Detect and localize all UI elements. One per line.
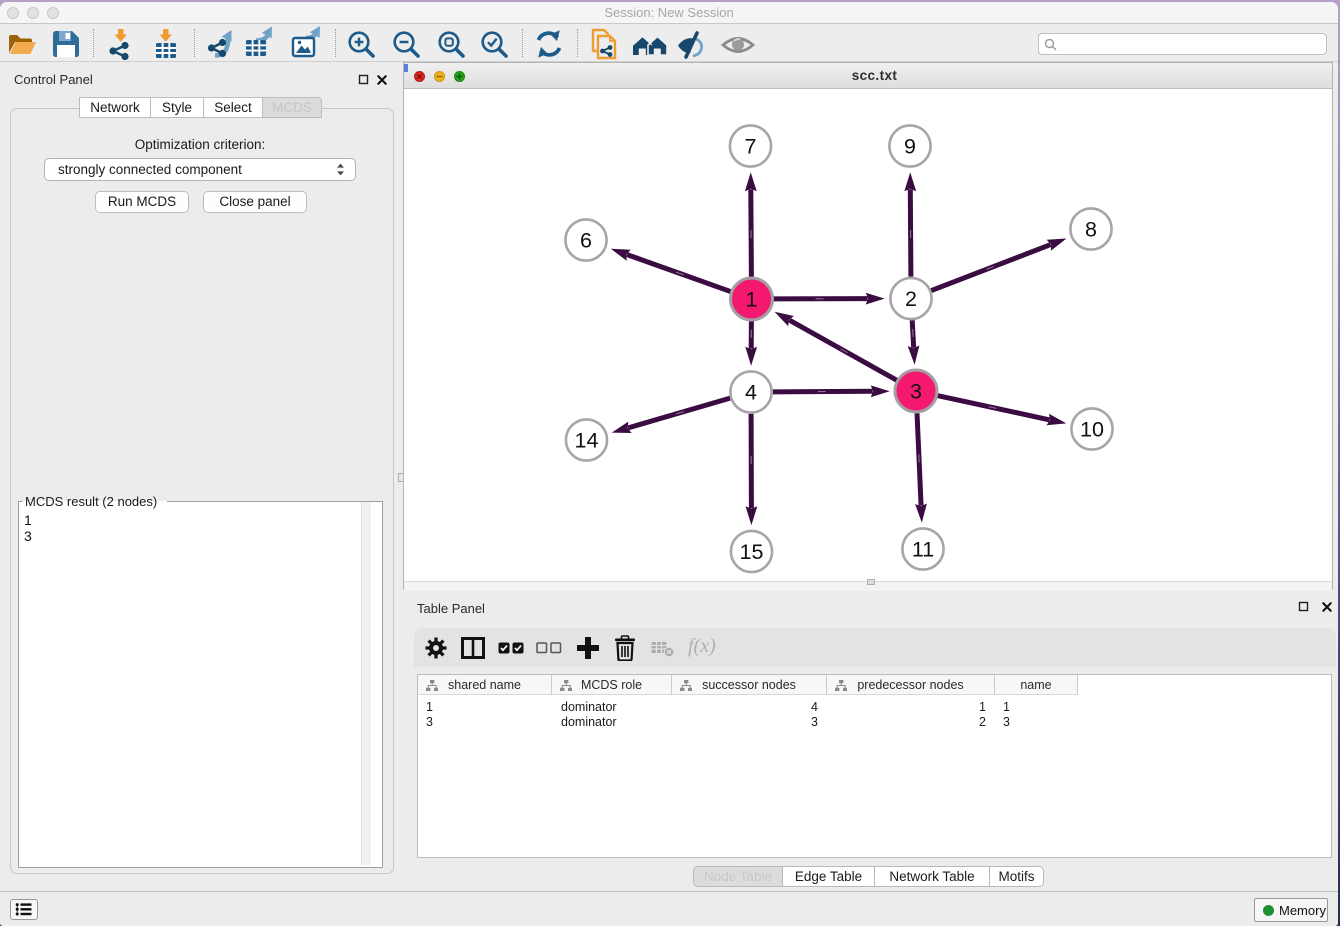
svg-text:11: 11 [912, 538, 934, 562]
svg-text:10: 10 [1080, 418, 1104, 442]
svg-text:4: 4 [745, 381, 757, 405]
svg-text:14: 14 [575, 429, 599, 453]
svg-text:1: 1 [746, 288, 758, 312]
svg-text:3: 3 [910, 380, 922, 404]
svg-text:8: 8 [1085, 218, 1097, 242]
svg-text:7: 7 [745, 135, 757, 159]
svg-text:9: 9 [904, 135, 916, 159]
svg-text:15: 15 [740, 540, 764, 564]
svg-text:6: 6 [580, 229, 592, 253]
svg-text:2: 2 [905, 287, 917, 311]
